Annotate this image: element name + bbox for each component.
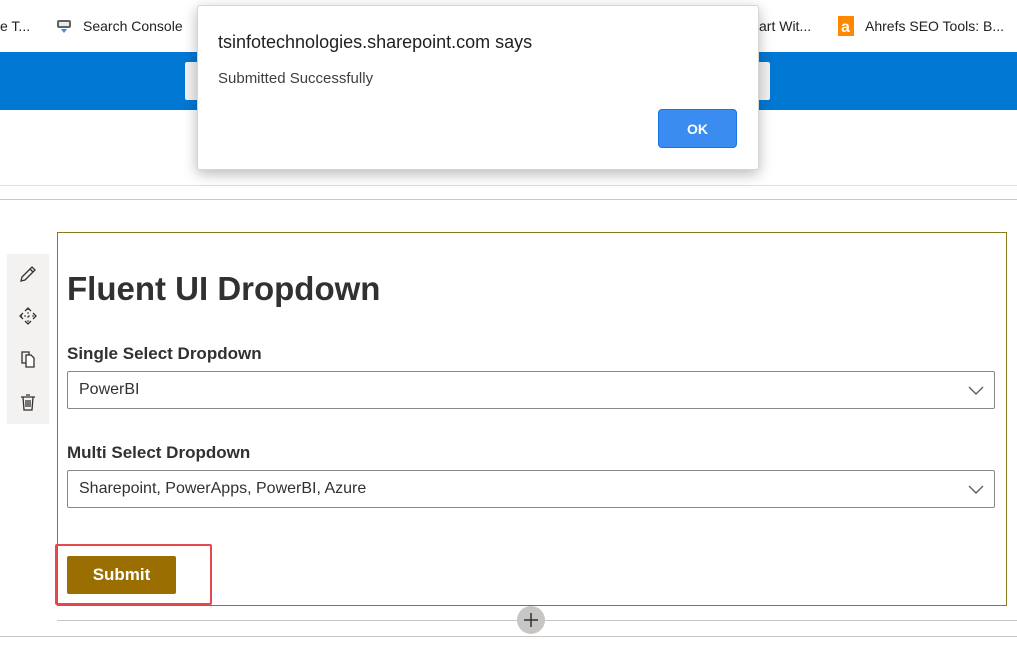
chevron-down-icon (968, 383, 984, 401)
alert-dialog: tsinfotechnologies.sharepoint.com says S… (197, 5, 759, 170)
dialog-title: tsinfotechnologies.sharepoint.com says (218, 32, 533, 52)
multi-select-label: Multi Select Dropdown (67, 443, 251, 462)
ahrefs-icon: a (838, 16, 854, 41)
search-console-icon (55, 17, 73, 40)
delete-icon[interactable] (16, 390, 40, 414)
duplicate-icon[interactable] (16, 347, 40, 371)
add-webpart-button[interactable] (517, 606, 545, 634)
bookmark-ahrefs[interactable]: Ahrefs SEO Tools: B... (865, 18, 1004, 34)
single-select-label: Single Select Dropdown (67, 344, 262, 363)
multi-select-dropdown[interactable]: Sharepoint, PowerApps, PowerBI, Azure (67, 470, 995, 508)
webpart-toolbar (7, 254, 49, 424)
divider (0, 185, 1017, 186)
bookmark-3[interactable]: art Wit... (759, 18, 811, 34)
svg-text:a: a (841, 19, 850, 36)
move-icon[interactable] (16, 304, 40, 328)
multi-select-value: Sharepoint, PowerApps, PowerBI, Azure (79, 480, 367, 497)
divider (0, 636, 1017, 637)
submit-highlight-annotation (55, 544, 212, 605)
single-select-dropdown[interactable]: PowerBI (67, 371, 995, 409)
divider (0, 199, 1017, 200)
edit-pencil-icon[interactable] (16, 262, 40, 286)
dialog-message: Submitted Successfully (218, 70, 374, 87)
ok-button[interactable]: OK (658, 109, 737, 148)
chevron-down-icon (968, 482, 984, 500)
webpart-title: Fluent UI Dropdown (67, 270, 381, 307)
bookmark-search-console[interactable]: Search Console (83, 18, 183, 34)
bookmark-1[interactable]: e T... (0, 18, 30, 34)
plus-icon (524, 613, 538, 627)
single-select-value: PowerBI (79, 381, 140, 398)
